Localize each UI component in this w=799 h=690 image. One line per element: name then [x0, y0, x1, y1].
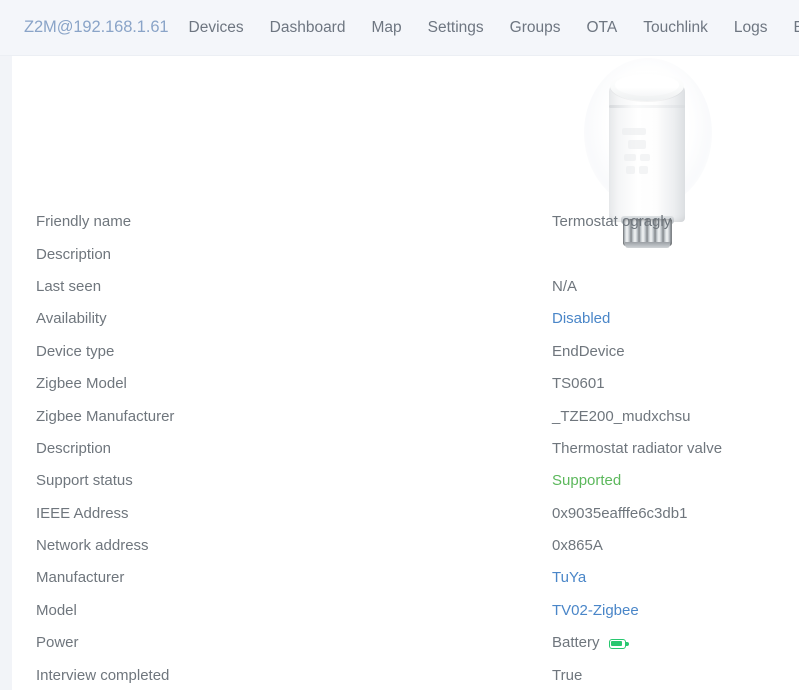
- device-image-glow: [584, 58, 712, 208]
- info-value: Thermostat radiator valve: [552, 440, 799, 458]
- page-body: Friendly name Termostat ogragly Descriptio…: [0, 56, 799, 690]
- device-face-markings: [620, 126, 662, 184]
- device-body: [609, 82, 685, 222]
- info-label: Model: [36, 601, 77, 619]
- nav-link-extensions[interactable]: Extensions: [780, 19, 799, 37]
- nav-link-map[interactable]: Map: [358, 19, 414, 37]
- info-value-text: N/A: [552, 277, 578, 295]
- info-value[interactable]: TuYa: [552, 569, 799, 587]
- info-label: Availability: [36, 310, 107, 328]
- info-row: Model TV02-Zigbee: [0, 595, 799, 627]
- info-value: N/A: [552, 278, 799, 296]
- info-value: EndDevice: [552, 343, 799, 361]
- info-value[interactable]: Disabled: [552, 310, 799, 328]
- info-value: Battery: [552, 634, 799, 652]
- info-row: Support status Supported: [0, 465, 799, 497]
- device-cap: [610, 71, 684, 101]
- battery-full-icon: [608, 639, 629, 650]
- info-label: Zigbee Model: [36, 375, 127, 393]
- device-neck: [609, 105, 685, 108]
- info-value: 0x865A: [552, 537, 799, 555]
- info-row: Interview completed True: [0, 659, 799, 690]
- info-value-text: _TZE200_mudxchsu: [552, 407, 691, 425]
- info-label: IEEE Address: [36, 504, 129, 522]
- info-value: Termostat ogragly: [552, 213, 799, 231]
- info-label: Description: [36, 245, 112, 263]
- navbar: Z2M@192.168.1.61 Devices Dashboard Map Sett…: [0, 0, 799, 56]
- info-row: Last seen N/A: [0, 271, 799, 303]
- info-value-text: TuYa: [552, 569, 587, 587]
- info-row: Description: [0, 238, 799, 270]
- info-row: Zigbee Model TS0601: [0, 368, 799, 400]
- info-label: Description: [36, 439, 112, 457]
- device-info-table: Friendly name Termostat ogragly Descriptio…: [0, 206, 799, 690]
- info-row: Availability Disabled: [0, 303, 799, 335]
- nav-link-settings[interactable]: Settings: [415, 19, 497, 37]
- info-row: Device type EndDevice: [0, 336, 799, 368]
- info-row: Power Battery: [0, 627, 799, 659]
- info-label: Manufacturer: [36, 569, 125, 587]
- info-value[interactable]: TV02-Zigbee: [552, 602, 799, 620]
- info-label: Support status: [36, 472, 133, 490]
- info-value-text: Battery: [552, 634, 600, 652]
- info-value-text: TV02-Zigbee: [552, 601, 639, 619]
- nav-links: Devices Dashboard Map Settings Groups OTA Touc…: [189, 19, 799, 37]
- info-value-text: Supported: [552, 472, 622, 490]
- nav-link-logs[interactable]: Logs: [721, 19, 781, 37]
- info-label: Power: [36, 634, 79, 652]
- info-row: IEEE Address 0x9035eafffe6c3db1: [0, 498, 799, 530]
- info-label: Zigbee Manufacturer: [36, 407, 175, 425]
- device-cap-inner: [615, 74, 679, 96]
- info-row: Network address 0x865A: [0, 530, 799, 562]
- info-label: Device type: [36, 342, 115, 360]
- info-value-text: Disabled: [552, 310, 611, 328]
- info-value: _TZE200_mudxchsu: [552, 408, 799, 426]
- nav-link-dashboard[interactable]: Dashboard: [257, 19, 359, 37]
- info-value-text: Termostat ogragly: [552, 213, 672, 231]
- info-value-text: EndDevice: [552, 342, 625, 360]
- info-value: True: [552, 667, 799, 685]
- info-value: 0x9035eafffe6c3db1: [552, 505, 799, 523]
- info-label: Interview completed: [36, 666, 170, 684]
- info-value-text: 0x865A: [552, 537, 603, 555]
- info-value: Supported: [552, 472, 799, 490]
- info-value-text: 0x9035eafffe6c3db1: [552, 504, 688, 522]
- info-row: Friendly name Termostat ogragly: [0, 206, 799, 238]
- info-value: TS0601: [552, 375, 799, 393]
- nav-brand[interactable]: Z2M@192.168.1.61: [24, 18, 169, 37]
- info-value-text: Thermostat radiator valve: [552, 439, 723, 457]
- info-label: Network address: [36, 537, 149, 555]
- info-value-text: TS0601: [552, 375, 605, 393]
- info-row: Description Thermostat radiator valve: [0, 433, 799, 465]
- info-label: Last seen: [36, 277, 102, 295]
- info-row: Manufacturer TuYa: [0, 562, 799, 594]
- nav-link-devices[interactable]: Devices: [189, 19, 257, 37]
- nav-link-ota[interactable]: OTA: [573, 19, 630, 37]
- info-value-text: True: [552, 666, 583, 684]
- info-label: Friendly name: [36, 213, 132, 231]
- nav-link-touchlink[interactable]: Touchlink: [630, 19, 721, 37]
- nav-link-groups[interactable]: Groups: [497, 19, 574, 37]
- info-row: Zigbee Manufacturer _TZE200_mudxchsu: [0, 400, 799, 432]
